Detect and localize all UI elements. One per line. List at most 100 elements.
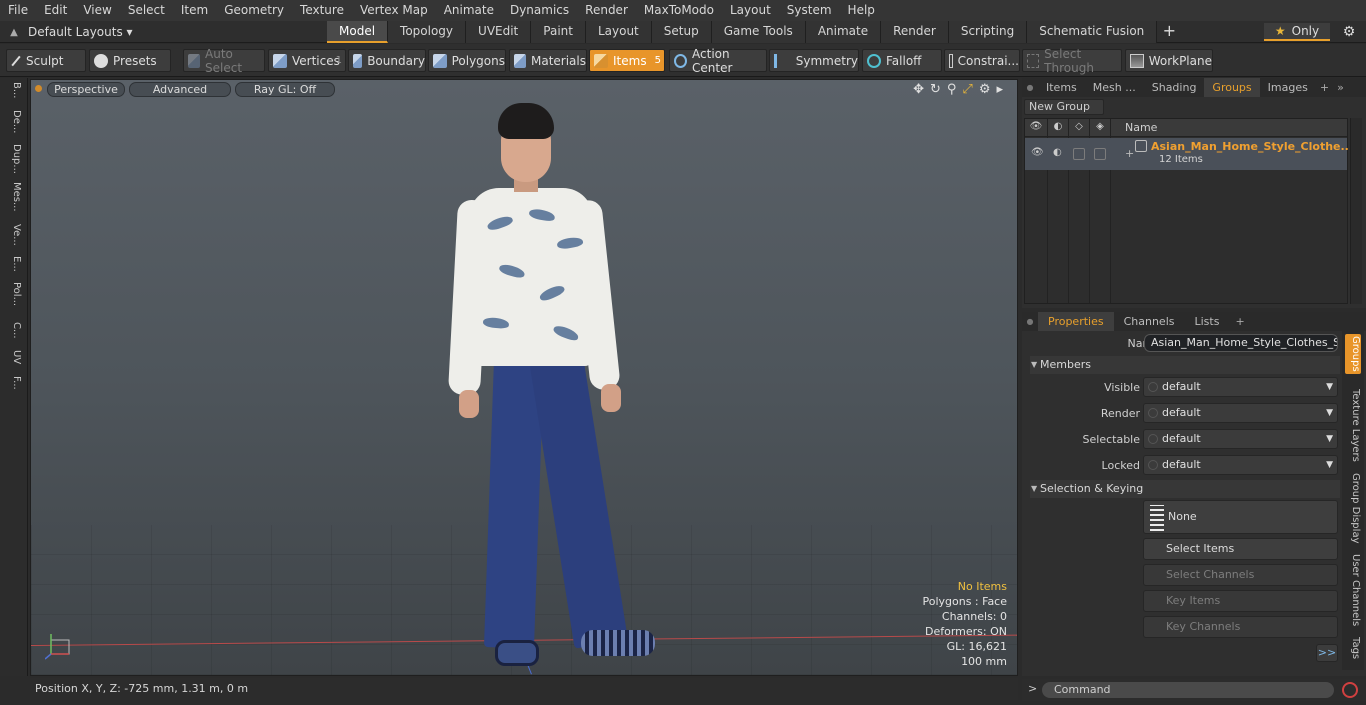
sculpt-button[interactable]: Sculpt xyxy=(6,49,86,72)
layout-tab-scripting[interactable]: Scripting xyxy=(948,21,1028,43)
layout-tab-setup[interactable]: Setup xyxy=(651,21,712,43)
perspective-dropdown[interactable]: Perspective xyxy=(47,82,125,97)
default-layouts-dropdown[interactable]: Default Layouts ▾ xyxy=(28,25,133,39)
menu-maxtomodo[interactable]: MaxToModo xyxy=(636,0,722,21)
layout-tab-render[interactable]: Render xyxy=(881,21,949,43)
panel-menu-icon[interactable]: ● xyxy=(1022,317,1038,326)
side-tab-texture-layers[interactable]: Texture Layers xyxy=(1345,386,1361,464)
tab-properties[interactable]: Properties xyxy=(1038,312,1114,331)
menu-vertex-map[interactable]: Vertex Map xyxy=(352,0,436,21)
left-strip-tab[interactable]: B... xyxy=(4,82,22,98)
visible-select[interactable]: default ▼ xyxy=(1143,377,1338,397)
select-items-button[interactable]: Select Items xyxy=(1143,538,1338,560)
left-strip-tab[interactable]: E... xyxy=(4,256,22,272)
menu-geometry[interactable]: Geometry xyxy=(216,0,292,21)
symmetry-button[interactable]: Symmetry xyxy=(769,49,859,72)
menu-layout[interactable]: Layout xyxy=(722,0,779,21)
record-icon[interactable] xyxy=(1342,682,1358,698)
expand-row-icon[interactable]: + xyxy=(1125,147,1134,160)
add-tab-icon[interactable]: + xyxy=(1316,81,1333,94)
layout-tab-paint[interactable]: Paint xyxy=(531,21,586,43)
select-through-button[interactable]: Select Through xyxy=(1022,47,1122,75)
left-strip-tab[interactable]: C... xyxy=(4,322,22,339)
items-button[interactable]: Items 5 xyxy=(589,49,665,72)
menu-view[interactable]: View xyxy=(75,0,119,21)
left-strip-tab[interactable]: UV xyxy=(4,350,22,364)
viewport-settings-icon[interactable]: ⚙ xyxy=(979,82,991,97)
layout-tab-animate[interactable]: Animate xyxy=(805,21,882,43)
tab-mesh[interactable]: Mesh ... xyxy=(1085,78,1144,97)
panel-expand-icon[interactable]: » xyxy=(1333,81,1348,94)
left-strip-tab[interactable]: Ve... xyxy=(4,224,22,246)
viewport-menu-icon[interactable] xyxy=(35,85,42,92)
panel-menu-icon[interactable]: ● xyxy=(1022,83,1038,92)
command-input[interactable]: Command xyxy=(1042,682,1334,698)
menu-system[interactable]: System xyxy=(779,0,840,21)
gear-icon[interactable]: ⚙ xyxy=(1338,23,1360,41)
workplane-button[interactable]: WorkPlane xyxy=(1125,49,1213,72)
expand-icon[interactable]: ▲ xyxy=(0,27,28,38)
tab-images[interactable]: Images xyxy=(1260,78,1316,97)
action-center-button[interactable]: Action Center xyxy=(669,47,767,75)
move-view-icon[interactable]: ✥ xyxy=(913,82,924,97)
maximize-view-icon[interactable]: ⤢ xyxy=(962,82,972,97)
materials-button[interactable]: Materials xyxy=(509,49,587,72)
side-tab-tags[interactable]: Tags xyxy=(1345,634,1361,662)
menu-texture[interactable]: Texture xyxy=(292,0,352,21)
more-button[interactable]: >> xyxy=(1316,644,1338,662)
lock-icon[interactable]: ◈ xyxy=(1093,121,1107,135)
raygl-toggle[interactable]: Ray GL: Off xyxy=(235,82,335,97)
character-model[interactable] xyxy=(421,100,655,675)
groups-scrollbar[interactable] xyxy=(1350,118,1362,304)
boundary-button[interactable]: Boundary xyxy=(348,49,426,72)
menu-edit[interactable]: Edit xyxy=(36,0,75,21)
layout-tab-model[interactable]: Model xyxy=(327,21,389,43)
layout-tab-uvedit[interactable]: UVEdit xyxy=(466,21,532,43)
tab-lists[interactable]: Lists xyxy=(1185,312,1230,331)
constraints-button[interactable]: Constrai... xyxy=(944,49,1020,72)
auto-select-button[interactable]: Auto Select xyxy=(183,47,265,75)
menu-render[interactable]: Render xyxy=(577,0,636,21)
left-strip-tab[interactable]: De... xyxy=(4,110,22,133)
side-tab-group-display[interactable]: Group Display xyxy=(1345,470,1361,546)
menu-help[interactable]: Help xyxy=(840,0,883,21)
side-tab-groups[interactable]: Groups xyxy=(1345,334,1361,374)
menu-animate[interactable]: Animate xyxy=(436,0,502,21)
3d-viewport[interactable]: Perspective Advanced Ray GL: Off ✥ ↻ ⚲ ⤢… xyxy=(30,79,1018,676)
name-field[interactable]: Asian_Man_Home_Style_Clothes_Star xyxy=(1144,334,1338,352)
menu-dynamics[interactable]: Dynamics xyxy=(502,0,577,21)
layout-tab-schematic-fusion[interactable]: Schematic Fusion xyxy=(1027,21,1158,43)
tab-channels[interactable]: Channels xyxy=(1114,312,1185,331)
menu-file[interactable]: File xyxy=(0,0,36,21)
add-tab-icon[interactable]: + xyxy=(1229,315,1250,328)
tab-items[interactable]: Items xyxy=(1038,78,1085,97)
zoom-view-icon[interactable]: ⚲ xyxy=(947,82,957,97)
layout-selector[interactable]: ▲ Default Layouts ▾ xyxy=(0,21,133,43)
menu-select[interactable]: Select xyxy=(120,0,173,21)
left-strip-tab[interactable]: Dup... xyxy=(4,144,22,174)
row-eye-icon[interactable]: 👁 xyxy=(1031,147,1044,158)
key-items-button[interactable]: Key Items xyxy=(1143,590,1338,612)
layout-tab-game-tools[interactable]: Game Tools xyxy=(711,21,806,43)
render-icon[interactable]: ◐ xyxy=(1051,121,1065,135)
vertices-button[interactable]: Vertices 1 xyxy=(268,49,346,72)
row-lock-checkbox[interactable] xyxy=(1094,148,1106,160)
side-tab-user-channels[interactable]: User Channels xyxy=(1345,552,1361,628)
selection-keying-section[interactable]: ▼ Selection & Keying xyxy=(1030,480,1340,498)
tab-groups[interactable]: Groups xyxy=(1204,78,1260,97)
polygons-button[interactable]: Polygons xyxy=(428,49,506,72)
rotate-view-icon[interactable]: ↻ xyxy=(930,82,941,97)
add-layout-tab-icon[interactable]: + xyxy=(1157,21,1181,43)
viewport-expand-icon[interactable]: ▸ xyxy=(996,82,1003,97)
select-icon[interactable]: ◇ xyxy=(1072,121,1086,135)
left-strip-tab[interactable]: Mes... xyxy=(4,182,22,212)
left-strip-tab[interactable]: F... xyxy=(4,376,22,390)
row-render-icon[interactable]: ◐ xyxy=(1053,147,1062,158)
left-strip-tab[interactable]: Pol... xyxy=(4,282,22,306)
layout-tab-layout[interactable]: Layout xyxy=(585,21,652,43)
layout-tab-topology[interactable]: Topology xyxy=(388,21,467,43)
select-channels-button[interactable]: Select Channels xyxy=(1143,564,1338,586)
only-toggle[interactable]: ★ Only xyxy=(1264,23,1330,41)
key-channels-button[interactable]: Key Channels xyxy=(1143,616,1338,638)
members-section[interactable]: ▼ Members xyxy=(1030,356,1340,374)
